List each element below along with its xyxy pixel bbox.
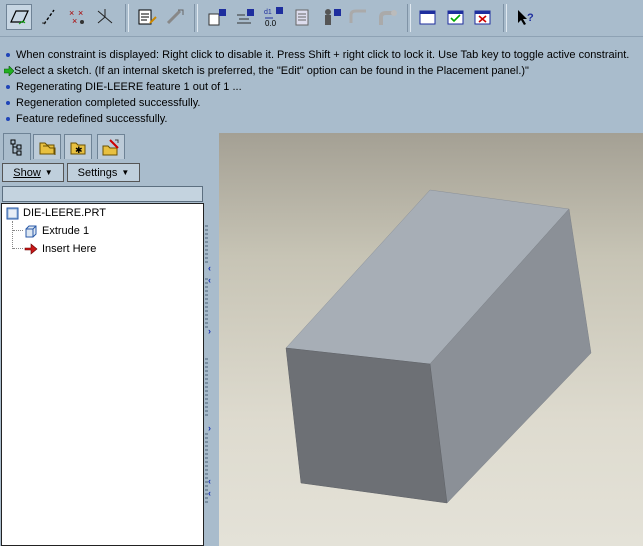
datum-plane-display-icon[interactable] xyxy=(6,4,32,30)
extrude-feature-icon xyxy=(25,225,37,238)
insert-here-arrow-icon xyxy=(24,243,38,255)
tree-item-extrude[interactable]: Extrude 1 xyxy=(24,223,89,239)
feature-list-icon[interactable] xyxy=(232,4,258,30)
svg-text:✱: ✱ xyxy=(75,145,83,155)
window-check-icon[interactable] xyxy=(443,4,469,30)
message-text: Regenerating DIE-LEERE feature 1 out of … xyxy=(16,81,242,93)
message-line: When constraint is displayed: Right clic… xyxy=(4,47,629,63)
datum-point-display-icon[interactable]: × × × xyxy=(64,4,90,30)
regenerate-icon[interactable]: d1 0.0 xyxy=(260,4,286,30)
collapse-left-icon[interactable]: ‹ xyxy=(208,488,211,498)
collapse-left-icon[interactable]: ‹ xyxy=(208,263,211,273)
graphics-viewport[interactable] xyxy=(219,133,643,546)
context-help-icon[interactable]: ? xyxy=(512,4,538,30)
tree-item-insert-here[interactable]: Insert Here xyxy=(24,241,96,257)
tab-connections[interactable] xyxy=(97,134,125,159)
model-tree-toolbar: Show ▼ Settings ▼ xyxy=(0,161,205,185)
info-report-icon[interactable] xyxy=(290,4,316,30)
panel-splitter[interactable]: ‹ ‹ › › ‹ ‹ xyxy=(205,133,219,546)
main-toolbar: × × × d1 0.0 ? xyxy=(0,0,643,37)
tree-root-part[interactable]: DIE-LEERE.PRT xyxy=(6,205,106,221)
svg-text:d1: d1 xyxy=(264,9,272,16)
info-bullet-icon xyxy=(6,101,10,105)
message-area: When constraint is displayed: Right clic… xyxy=(0,44,643,132)
coordinate-system-display-icon[interactable] xyxy=(92,4,118,30)
message-text: When constraint is displayed: Right clic… xyxy=(16,49,630,61)
message-text: Select a sketch. (If an internal sketch … xyxy=(14,65,529,77)
tab-favorites[interactable]: ✱ xyxy=(64,134,92,159)
green-arrow-icon xyxy=(4,66,14,76)
settings-menu-button[interactable]: Settings ▼ xyxy=(67,163,140,182)
message-line: Regenerating DIE-LEERE feature 1 out of … xyxy=(4,79,242,95)
settings-label: Settings xyxy=(77,166,118,179)
part-icon xyxy=(6,207,19,220)
regen-value: 0.0 xyxy=(265,19,277,28)
chevron-down-icon: ▼ xyxy=(121,168,130,177)
model-tree: DIE-LEERE.PRT Extrude 1 Insert Here xyxy=(1,203,204,546)
collapse-left-icon[interactable]: ‹ xyxy=(208,476,211,486)
collapse-left-icon[interactable]: ‹ xyxy=(208,275,211,285)
tree-item-label: Extrude 1 xyxy=(42,225,90,237)
tab-model-tree[interactable] xyxy=(3,133,31,160)
message-line: Regeneration completed successfully. xyxy=(4,95,200,111)
navigator-tabs: ✱ xyxy=(0,133,205,160)
window-close-icon[interactable] xyxy=(470,4,496,30)
model-analysis-icon[interactable] xyxy=(318,4,344,30)
message-line: Feature redefined successfully. xyxy=(4,111,167,127)
svg-text:×: × xyxy=(72,16,77,26)
expand-right-icon[interactable]: › xyxy=(208,326,211,336)
window-activate-icon[interactable] xyxy=(415,4,441,30)
svg-text:?: ? xyxy=(527,12,534,24)
message-text: Feature redefined successfully. xyxy=(16,113,168,125)
folder-browser-icon xyxy=(39,142,56,155)
message-text: Regeneration completed successfully. xyxy=(16,97,201,109)
extruded-block-model xyxy=(285,189,592,504)
info-bullet-icon xyxy=(6,117,10,121)
show-menu-button[interactable]: Show ▼ xyxy=(2,163,64,182)
svg-text:×: × xyxy=(78,8,83,18)
tree-root-label: DIE-LEERE.PRT xyxy=(23,207,106,219)
tree-filter-bar[interactable] xyxy=(2,186,203,202)
info-bullet-icon xyxy=(6,85,10,89)
connections-icon xyxy=(102,139,119,156)
tree-item-label: Insert Here xyxy=(42,243,97,255)
annotation-display-icon[interactable] xyxy=(134,4,160,30)
show-label: Show xyxy=(13,166,41,179)
expand-right-icon[interactable]: › xyxy=(208,423,211,433)
tab-folder-browser[interactable] xyxy=(33,134,61,159)
block-front-face xyxy=(285,347,448,504)
model-tree-icon xyxy=(10,139,22,156)
message-line: Select a sketch. (If an internal sketch … xyxy=(4,63,529,79)
insert-feature-icon[interactable] xyxy=(204,4,230,30)
chevron-down-icon: ▼ xyxy=(44,168,53,177)
sweep-tool-icon[interactable] xyxy=(346,4,372,30)
favorites-folder-icon: ✱ xyxy=(70,142,86,155)
spin-center-icon[interactable] xyxy=(162,4,188,30)
info-bullet-icon xyxy=(6,53,10,57)
datum-axis-display-icon[interactable] xyxy=(36,4,62,30)
pipe-tool-icon[interactable] xyxy=(374,4,400,30)
